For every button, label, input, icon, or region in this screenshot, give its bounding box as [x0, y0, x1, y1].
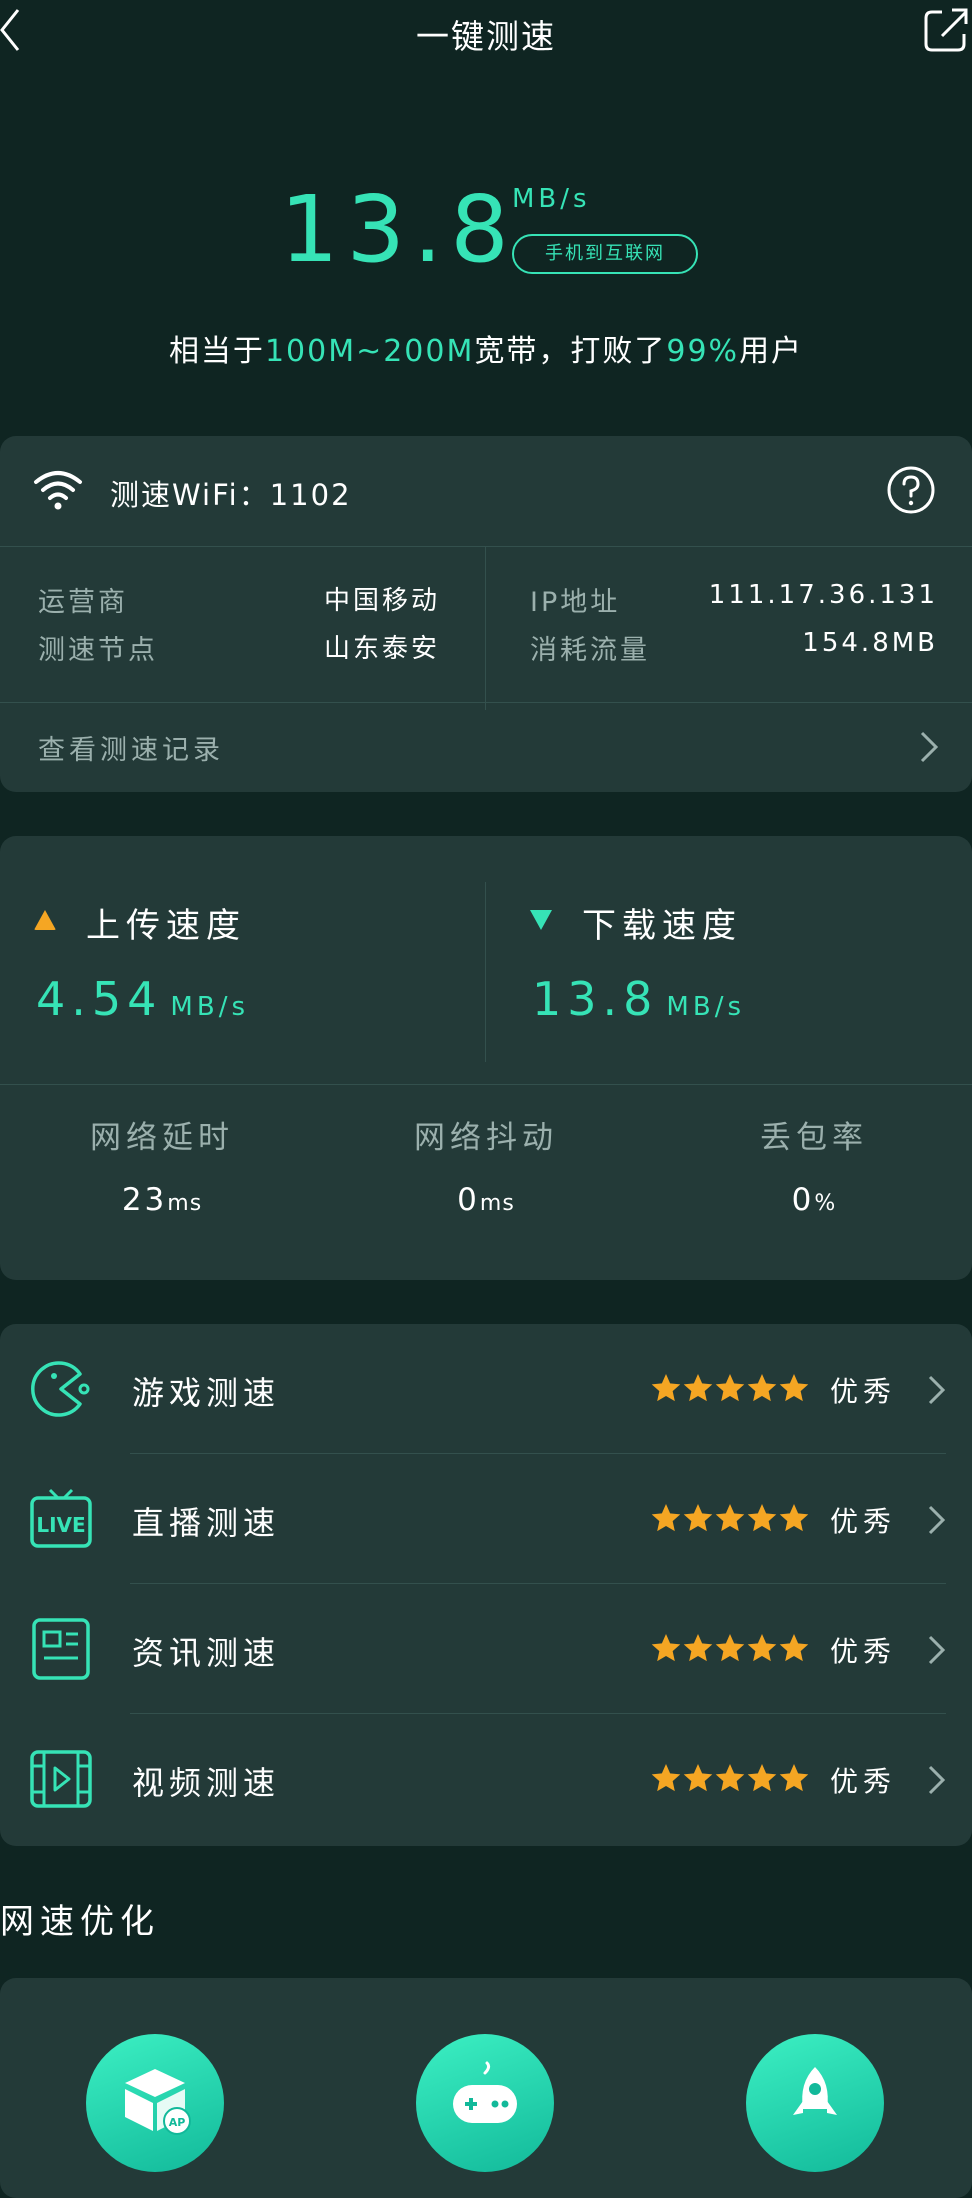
optimize-item-boost[interactable]: [746, 2034, 884, 2172]
test-name: 直播测速: [132, 1504, 281, 1542]
test-grade: 优秀: [830, 1765, 897, 1798]
speed-scope-badge: 手机到互联网: [512, 234, 698, 274]
star-icon: [779, 1634, 809, 1662]
news-icon: [32, 1618, 90, 1680]
jitter-label: 网络抖动: [414, 1120, 558, 1156]
star-icon: [651, 1504, 681, 1532]
chevron-right-icon: [928, 1375, 946, 1405]
test-name: 游戏测速: [132, 1374, 281, 1412]
star-icon: [683, 1374, 713, 1402]
star-icon: [779, 1764, 809, 1792]
star-icon: [651, 1634, 681, 1662]
carrier-value: 中国移动: [323, 586, 440, 616]
star-icon: [747, 1504, 777, 1532]
carrier-label: 运营商: [38, 587, 128, 618]
star-rating: [651, 1764, 809, 1792]
chevron-right-icon: [928, 1765, 946, 1795]
ap-box-icon: AP: [125, 2069, 191, 2135]
optimize-item-game[interactable]: [416, 2034, 554, 2172]
star-icon: [779, 1374, 809, 1402]
test-row-live[interactable]: LIVE 直播测速 优秀: [0, 1454, 972, 1584]
traffic-label: 消耗流量: [530, 635, 650, 666]
divider: [0, 1084, 972, 1085]
divider: [0, 546, 972, 547]
optimize-card: AP: [0, 1978, 972, 2198]
speed-comparison: 相当于100M~200M宽带，打败了99%用户: [168, 334, 804, 369]
test-grade: 优秀: [830, 1375, 897, 1408]
svg-text:LIVE: LIVE: [36, 1513, 85, 1537]
download-label: 下载速度: [582, 906, 742, 946]
star-icon: [715, 1764, 745, 1792]
star-rating: [651, 1634, 809, 1662]
ip-label: IP地址: [530, 587, 621, 618]
chevron-right-icon: [928, 1505, 946, 1535]
upload-arrow-icon: [34, 910, 56, 930]
help-icon[interactable]: [886, 465, 936, 515]
pacman-game-icon: [31, 1361, 90, 1417]
star-icon: [715, 1374, 745, 1402]
jitter-value: 0ms: [457, 1182, 515, 1218]
live-tv-icon: LIVE: [30, 1488, 92, 1548]
star-icon: [651, 1764, 681, 1792]
star-rating: [651, 1504, 809, 1532]
traffic-value: 154.8MB: [802, 628, 938, 658]
star-icon: [683, 1504, 713, 1532]
upload-label: 上传速度: [86, 906, 246, 946]
svg-text:AP: AP: [169, 2116, 186, 2129]
star-rating: [651, 1374, 809, 1402]
wifi-info-card: 测速WiFi：1102 运营商 中国移动 测速节点 山东泰安 IP地址 111.…: [0, 436, 972, 792]
packet-loss-label: 丢包率: [760, 1120, 868, 1156]
star-icon: [747, 1764, 777, 1792]
star-icon: [715, 1504, 745, 1532]
star-icon: [683, 1764, 713, 1792]
speed-value: 13.8: [280, 176, 517, 283]
upload-value: 4.54 MB/s: [36, 972, 249, 1026]
star-icon: [747, 1634, 777, 1662]
wifi-name: 测速WiFi：1102: [110, 478, 352, 512]
test-grade: 优秀: [830, 1505, 897, 1538]
star-icon: [651, 1374, 681, 1402]
optimize-item-ap[interactable]: AP: [86, 2034, 224, 2172]
test-grade: 优秀: [830, 1635, 897, 1668]
test-row-game[interactable]: 游戏测速 优秀: [0, 1324, 972, 1454]
node-label: 测速节点: [38, 635, 158, 666]
download-value: 13.8 MB/s: [532, 972, 745, 1026]
chevron-right-icon: [928, 1635, 946, 1665]
video-film-icon: [30, 1750, 92, 1808]
scenario-tests-card: 游戏测速 优秀 LIVE 直播测速 优秀 资讯测速 优秀 视频测速 优秀: [0, 1324, 972, 1846]
test-name: 视频测速: [132, 1764, 281, 1802]
star-icon: [747, 1374, 777, 1402]
test-name: 资讯测速: [132, 1634, 281, 1672]
speed-result: 13.8 MB/s 手机到互联网: [0, 180, 972, 290]
rocket-icon: [793, 2067, 837, 2115]
top-bar: 一键测速: [0, 0, 972, 64]
test-row-news[interactable]: 资讯测速 优秀: [0, 1584, 972, 1714]
latency-value: 23ms: [121, 1182, 203, 1218]
latency-label: 网络延时: [90, 1120, 234, 1156]
wifi-icon: [34, 471, 82, 510]
ip-value: 111.17.36.131: [708, 580, 938, 610]
external-share-icon[interactable]: [922, 6, 970, 54]
page-title: 一键测速: [416, 17, 556, 56]
star-icon: [683, 1634, 713, 1662]
packet-loss-value: 0%: [791, 1182, 837, 1218]
star-icon: [779, 1504, 809, 1532]
star-icon: [715, 1634, 745, 1662]
divider: [485, 546, 486, 710]
section-title: 网速优化: [0, 1902, 160, 1942]
record-label: 查看测速记录: [38, 735, 224, 766]
download-arrow-icon: [530, 910, 552, 930]
node-value: 山东泰安: [323, 634, 440, 664]
chevron-right-icon: [920, 731, 939, 763]
speed-unit: MB/s: [512, 184, 591, 214]
divider: [485, 882, 486, 1062]
speed-detail-card: 上传速度 4.54 MB/s 下载速度 13.8 MB/s 网络延时 23ms 网络…: [0, 836, 972, 1280]
test-row-video[interactable]: 视频测速 优秀: [0, 1714, 972, 1844]
divider: [0, 702, 972, 703]
gamepad-icon: [453, 2061, 517, 2123]
